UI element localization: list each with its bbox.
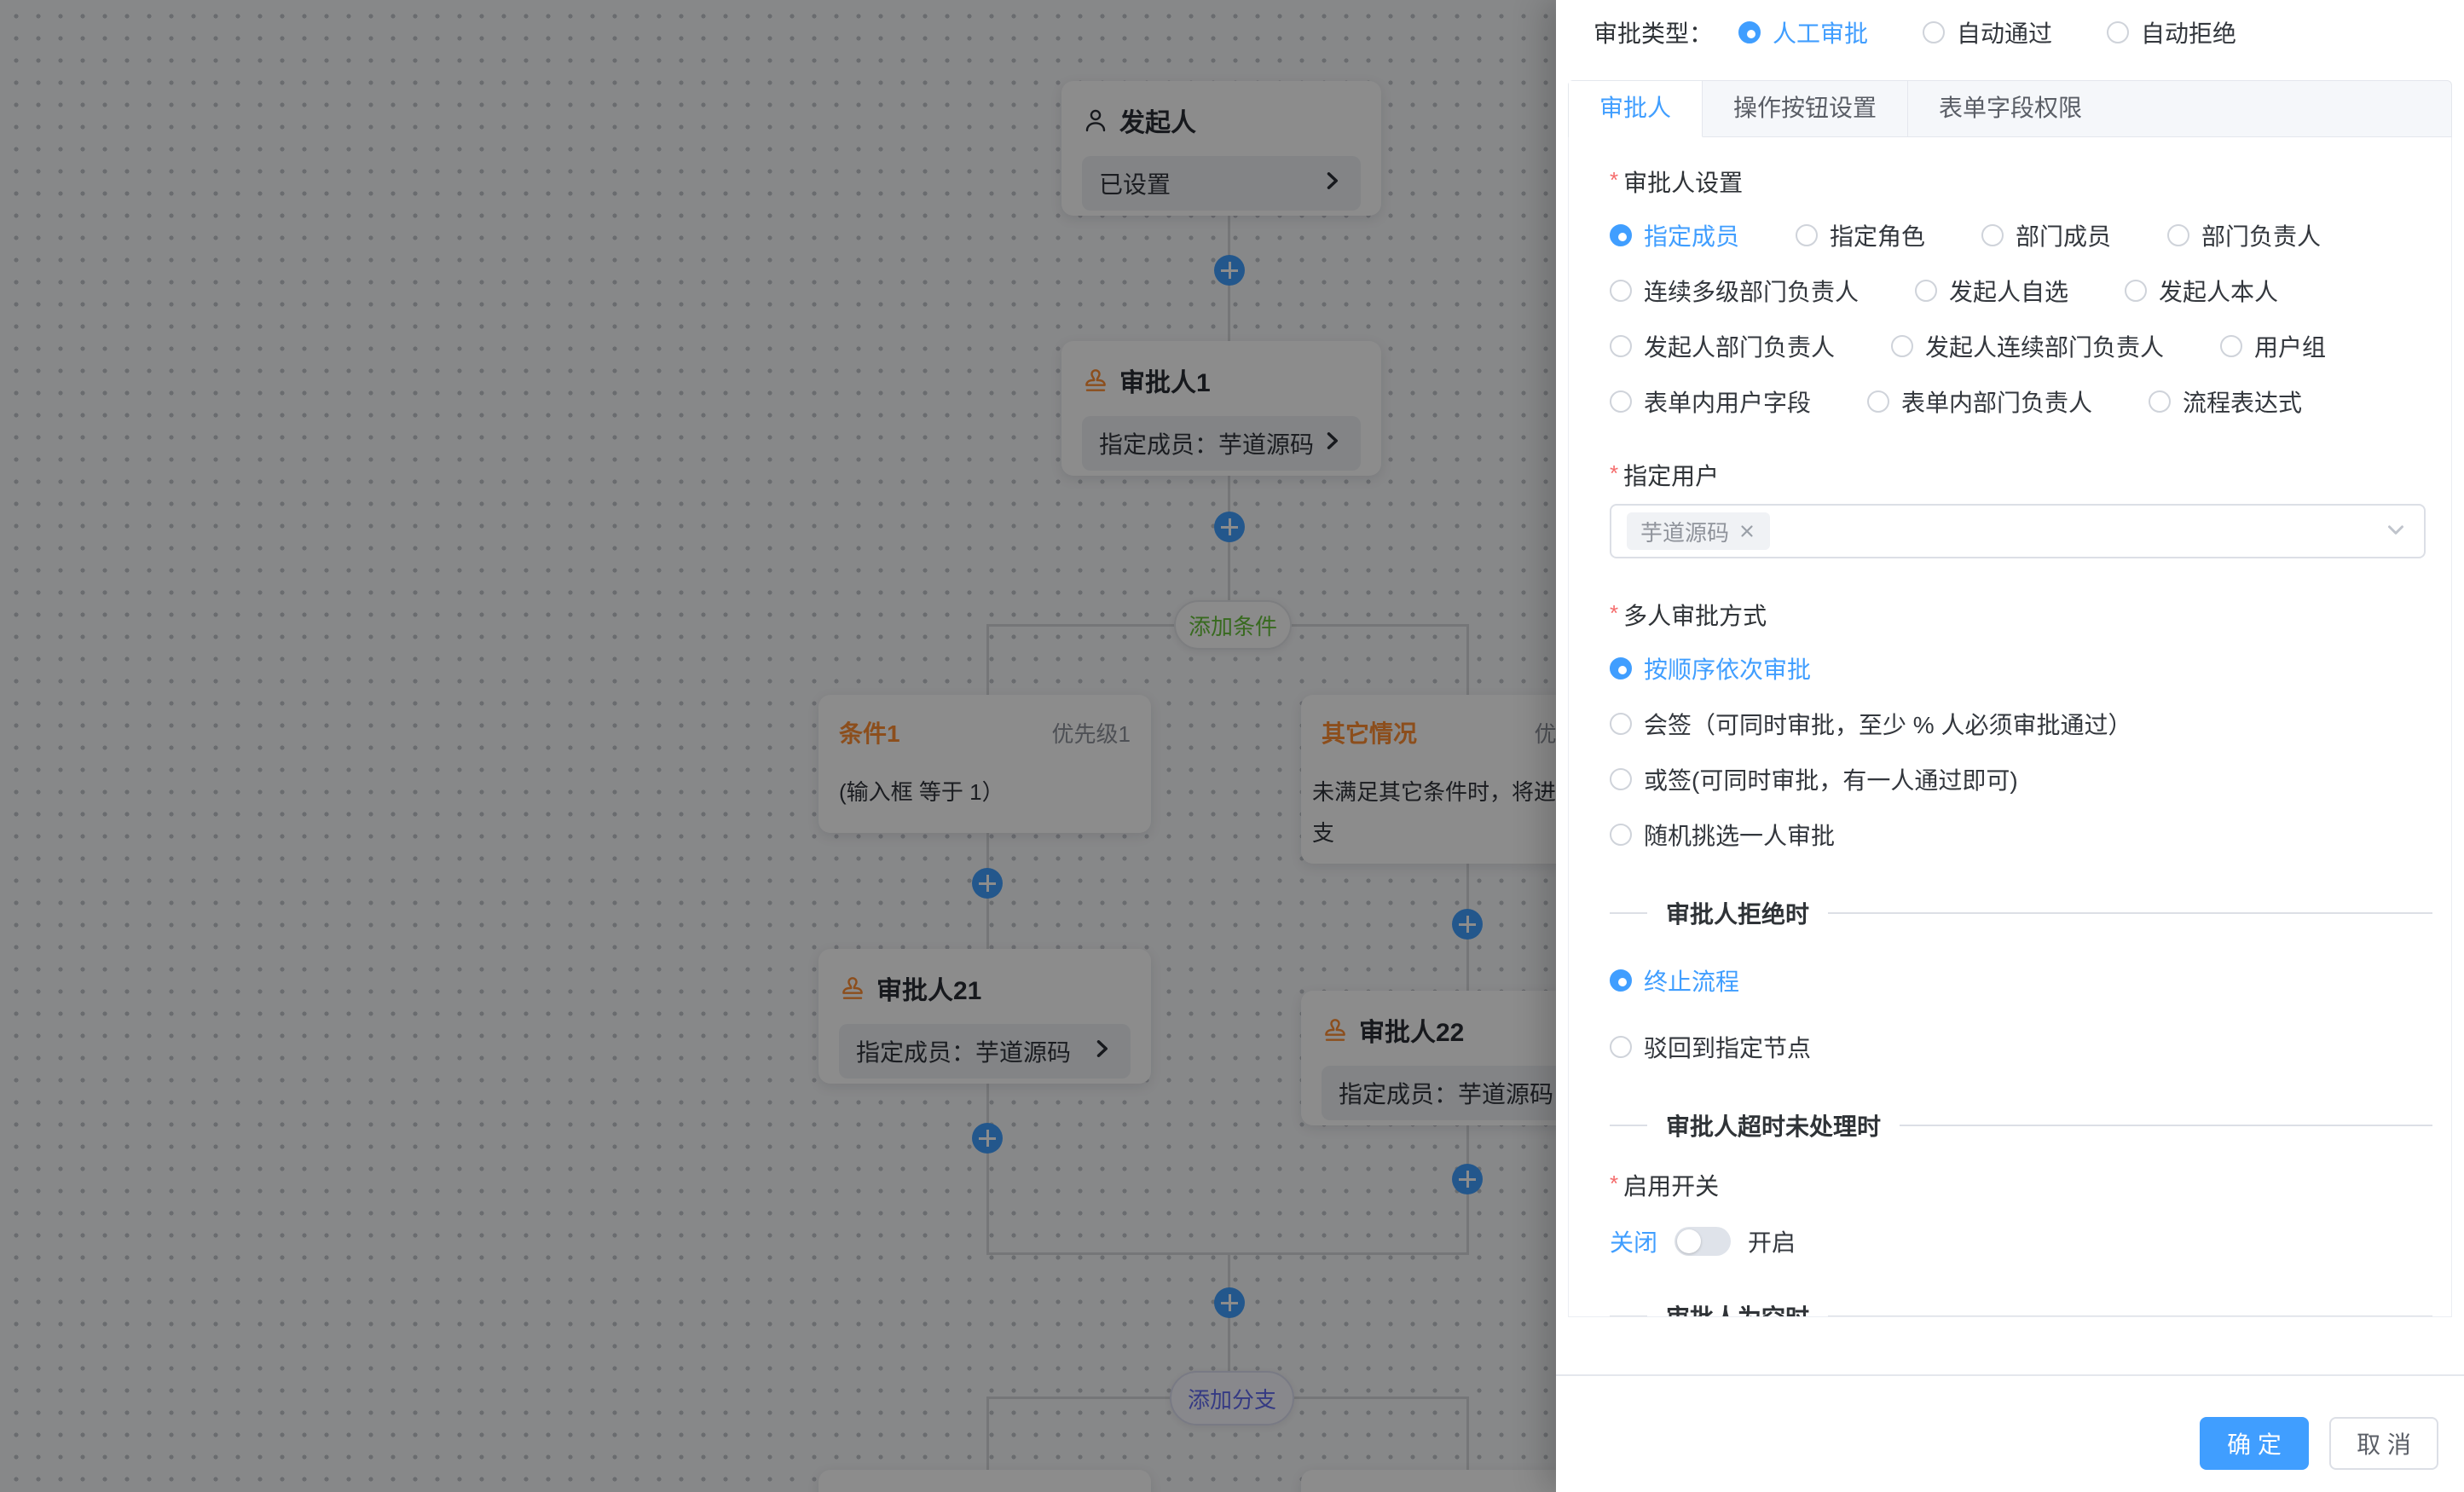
radio-circle — [1610, 657, 1632, 679]
tab-action-buttons[interactable]: 操作按钮设置 — [1703, 81, 1908, 136]
tab-pane-approver: *审批人设置 指定成员 指定角色 部门成员 部门负责人 连续 — [1568, 137, 2452, 1317]
empty-approver-divider: 审批人为空时 — [1610, 1299, 2432, 1317]
radio-initiator-self[interactable]: 发起人本人 — [2125, 274, 2278, 308]
radio-circle — [1610, 969, 1632, 992]
settings-tabs: 审批人 操作按钮设置 表单字段权限 — [1568, 80, 2452, 137]
radio-circle — [1891, 335, 1913, 357]
confirm-button[interactable]: 确 定 — [2200, 1417, 2309, 1470]
radio-dept-leader[interactable]: 部门负责人 — [2167, 218, 2321, 252]
required-asterisk: * — [1610, 460, 1618, 486]
radio-circle — [1610, 768, 1632, 790]
radio-user-group[interactable]: 用户组 — [2220, 329, 2326, 363]
approver-setting-row-3: 发起人部门负责人 发起人连续部门负责人 用户组 — [1610, 329, 2432, 363]
reject-options: 终止流程 驳回到指定节点 — [1610, 942, 2432, 1064]
radio-initiator-multi-dept-leader[interactable]: 发起人连续部门负责人 — [1891, 329, 2164, 363]
radio-sequential-approval[interactable]: 按顺序依次审批 — [1610, 651, 2432, 685]
radio-countersign[interactable]: 会签（可同时审批，至少 % 人必须审批通过） — [1610, 707, 2432, 741]
assign-user-label: *指定用户 — [1610, 456, 2432, 490]
radio-return-to-node[interactable]: 驳回到指定节点 — [1610, 1030, 2432, 1064]
radio-initiator-select[interactable]: 发起人自选 — [1915, 274, 2068, 308]
radio-initiator-dept-leader[interactable]: 发起人部门负责人 — [1610, 329, 1835, 363]
radio-form-dept-leader[interactable]: 表单内部门负责人 — [1867, 385, 2092, 419]
approver-setting-row-1: 指定成员 指定角色 部门成员 部门负责人 — [1610, 218, 2432, 252]
approver-settings-panel: 审批类型： 人工审批 自动通过 自动拒绝 审批人 操作按钮设置 表单字段权限 *… — [1556, 0, 2464, 1492]
cancel-button[interactable]: 取 消 — [2329, 1417, 2438, 1470]
radio-circle — [1981, 224, 2004, 246]
radio-circle — [1610, 280, 1632, 302]
radio-circle — [1610, 390, 1632, 413]
radio-circle — [1610, 1036, 1632, 1058]
radio-circle — [2125, 280, 2147, 302]
multi-approve-mode-options: 按顺序依次审批 会签（可同时审批，至少 % 人必须审批通过） 或签(可同时审批，… — [1610, 630, 2432, 852]
approval-type-label: 审批类型： — [1594, 15, 1713, 49]
timeout-switch-row: 关闭 开启 — [1610, 1223, 2432, 1260]
switch-on-label: 开启 — [1748, 1224, 1796, 1258]
multi-approve-mode-label: *多人审批方式 — [1610, 596, 2432, 630]
radio-circle — [1610, 713, 1632, 735]
radio-circle — [1738, 21, 1761, 43]
close-icon[interactable] — [1738, 522, 1756, 541]
approval-type-row: 审批类型： 人工审批 自动通过 自动拒绝 — [1594, 15, 2447, 49]
radio-assign-role[interactable]: 指定角色 — [1796, 218, 1925, 252]
required-asterisk: * — [1610, 167, 1618, 193]
radio-circle — [2167, 224, 2189, 246]
timeout-toggle[interactable] — [1674, 1227, 1731, 1256]
tab-approver[interactable]: 审批人 — [1569, 81, 1703, 137]
radio-circle — [1610, 335, 1632, 357]
switch-off-label: 关闭 — [1610, 1224, 1657, 1258]
radio-auto-approve[interactable]: 自动通过 — [1923, 15, 2052, 49]
approver-setting-row-2: 连续多级部门负责人 发起人自选 发起人本人 — [1610, 274, 2432, 308]
selected-user-tag: 芋道源码 — [1627, 512, 1770, 550]
assign-user-select[interactable]: 芋道源码 — [1610, 504, 2426, 558]
radio-process-expression[interactable]: 流程表达式 — [2149, 385, 2302, 419]
radio-manual-approval[interactable]: 人工审批 — [1738, 15, 1868, 49]
radio-multi-level-dept-leader[interactable]: 连续多级部门负责人 — [1610, 274, 1859, 308]
timeout-section-divider: 审批人超时未处理时 — [1610, 1108, 2432, 1142]
chevron-down-icon — [2383, 517, 2409, 546]
radio-circle — [2220, 335, 2242, 357]
approver-setting-row-4: 表单内用户字段 表单内部门负责人 流程表达式 — [1610, 385, 2432, 419]
radio-circle — [1915, 280, 1937, 302]
radio-auto-reject[interactable]: 自动拒绝 — [2107, 15, 2236, 49]
radio-random-one[interactable]: 随机挑选一人审批 — [1610, 818, 2432, 852]
radio-circle — [2149, 390, 2171, 413]
tab-form-field-permissions[interactable]: 表单字段权限 — [1908, 81, 2113, 136]
radio-or-sign[interactable]: 或签(可同时审批，有一人通过即可) — [1610, 762, 2432, 796]
panel-footer: 确 定 取 消 — [1556, 1374, 2464, 1492]
approver-setting-label: *审批人设置 — [1610, 163, 2432, 197]
radio-assign-member[interactable]: 指定成员 — [1610, 218, 1739, 252]
radio-circle — [1610, 224, 1632, 246]
enable-switch-label: *启用开关 — [1610, 1166, 2432, 1200]
radio-circle — [1923, 21, 1945, 43]
radio-dept-member[interactable]: 部门成员 — [1981, 218, 2111, 252]
required-asterisk: * — [1610, 600, 1618, 626]
required-asterisk: * — [1610, 1171, 1618, 1196]
radio-terminate-process[interactable]: 终止流程 — [1610, 963, 2432, 998]
radio-form-user-field[interactable]: 表单内用户字段 — [1610, 385, 1811, 419]
radio-circle — [1867, 390, 1889, 413]
reject-section-divider: 审批人拒绝时 — [1610, 896, 2432, 930]
radio-circle — [1610, 824, 1632, 846]
radio-circle — [1796, 224, 1818, 246]
radio-circle — [2107, 21, 2129, 43]
